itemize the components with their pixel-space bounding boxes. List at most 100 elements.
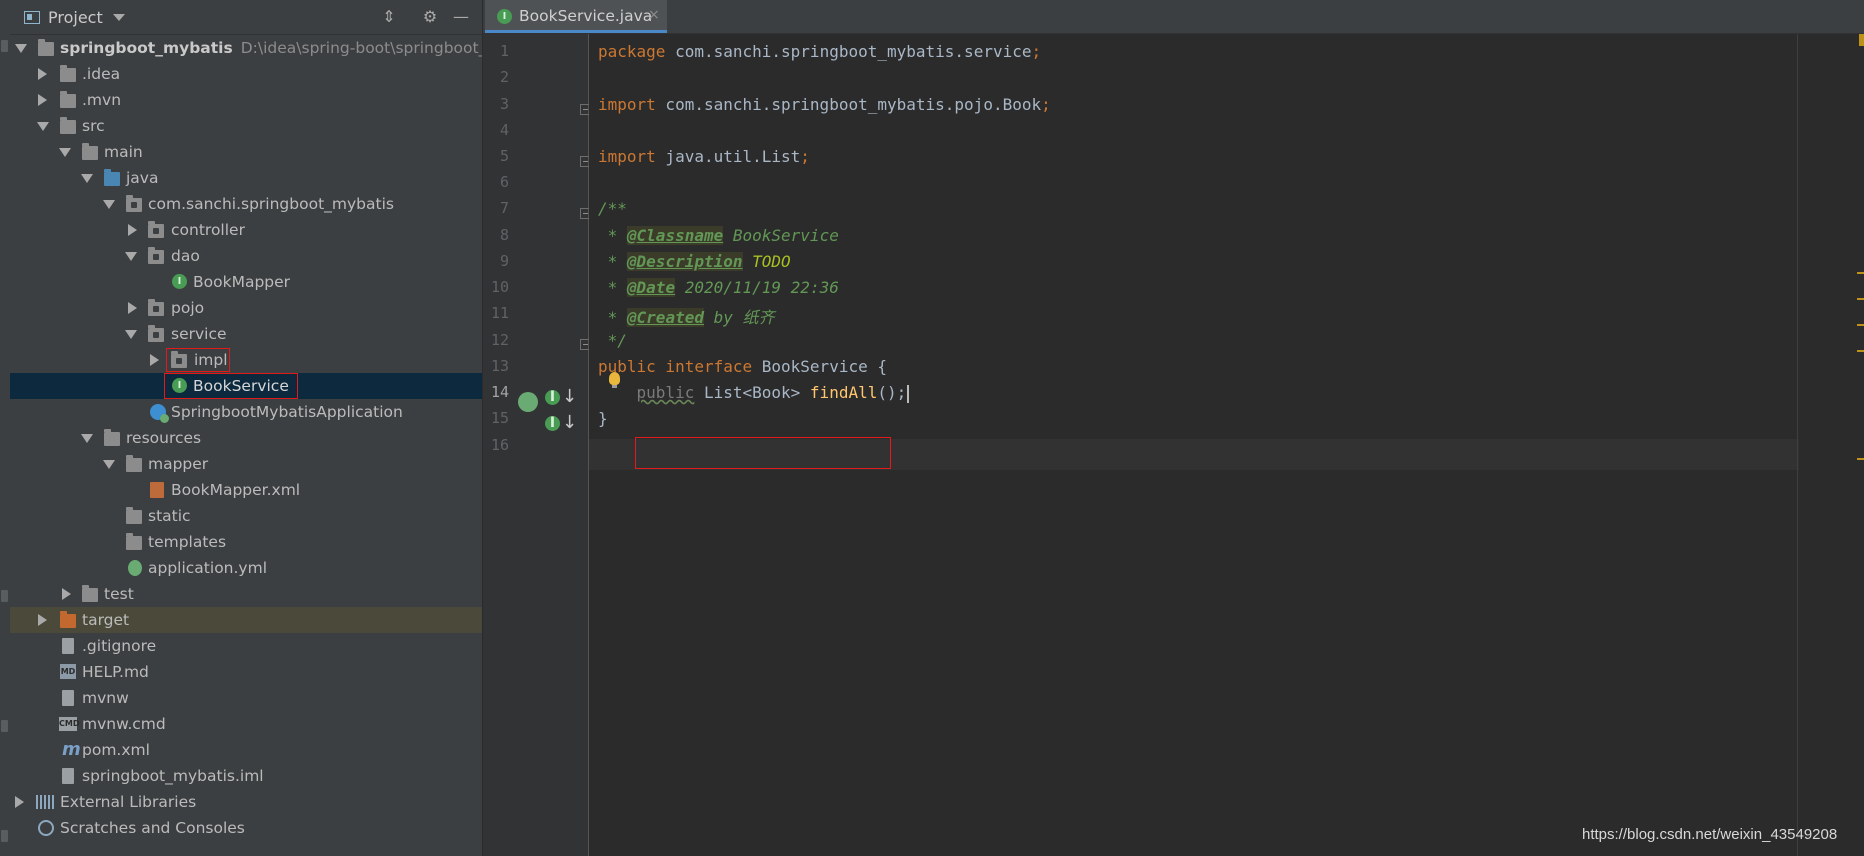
tree-row-mvn[interactable]: .mvn	[10, 87, 482, 113]
markdown-file-icon: MD	[60, 664, 76, 679]
expand-arrow-icon[interactable]	[38, 94, 47, 106]
folder-icon	[126, 507, 142, 524]
tree-row-pom-xml[interactable]: m pom.xml	[10, 737, 482, 763]
inspection-status-icon[interactable]	[1859, 34, 1864, 46]
tree-row-scratches[interactable]: Scratches and Consoles	[10, 815, 482, 841]
tree-row-mvnw[interactable]: mvnw	[10, 685, 482, 711]
tree-row-gitignore[interactable]: .gitignore	[10, 633, 482, 659]
hide-panel-icon[interactable]: —	[452, 8, 470, 26]
file-icon	[62, 690, 74, 706]
expand-arrow-icon[interactable]	[128, 224, 137, 236]
expand-arrow-icon[interactable]	[150, 354, 159, 366]
view-selector-chevron-down-icon[interactable]	[112, 13, 125, 21]
tab-bookservice-java[interactable]: I BookService.java ×	[485, 0, 667, 33]
tree-item-label: mvnw	[82, 689, 129, 707]
tree-row-bookmapper[interactable]: I BookMapper	[10, 269, 482, 295]
web-tool-icon[interactable]	[1, 830, 8, 842]
line-number: 14	[490, 383, 509, 401]
implemented-by-icon[interactable]	[518, 392, 538, 412]
project-panel-title[interactable]: Project	[48, 8, 103, 27]
tree-row-controller[interactable]: controller	[10, 217, 482, 243]
expand-arrow-icon[interactable]	[128, 302, 137, 314]
tree-item-label: pojo	[171, 299, 205, 317]
tree-row-impl[interactable]: impl	[10, 347, 482, 373]
expand-arrow-icon[interactable]	[15, 796, 24, 808]
line-number: 15	[490, 409, 509, 427]
tree-row-main[interactable]: main	[10, 139, 482, 165]
code-editor[interactable]: package com.sanchi.springboot_mybatis.se…	[589, 34, 1864, 856]
expand-arrow-icon[interactable]	[59, 148, 71, 157]
tree-row-iml[interactable]: springboot_mybatis.iml	[10, 763, 482, 789]
tree-row-static[interactable]: static	[10, 503, 482, 529]
gear-icon[interactable]: ⚙	[421, 8, 439, 26]
expand-arrow-icon[interactable]	[103, 460, 115, 469]
tree-row-src[interactable]: src	[10, 113, 482, 139]
error-stripe-marker[interactable]	[1857, 298, 1864, 300]
expand-arrow-icon[interactable]	[103, 200, 115, 209]
interface-method-icon[interactable]: I	[545, 416, 560, 431]
expand-arrow-icon[interactable]	[62, 588, 71, 600]
folder-icon	[126, 455, 142, 472]
tree-row-mvnw-cmd[interactable]: CMD mvnw.cmd	[10, 711, 482, 737]
collapse-all-icon[interactable]: ⇕	[380, 8, 398, 26]
error-stripe-marker[interactable]	[1857, 350, 1864, 352]
tree-item-label: controller	[171, 221, 245, 239]
cmd-file-icon: CMD	[59, 717, 79, 731]
tree-row-dao[interactable]: dao	[10, 243, 482, 269]
tree-row-idea[interactable]: .idea	[10, 61, 482, 87]
error-stripe-marker[interactable]	[1857, 324, 1864, 326]
tree-row-resources[interactable]: resources	[10, 425, 482, 451]
highlight-box-findall	[635, 437, 891, 469]
expand-arrow-icon[interactable]	[125, 252, 137, 261]
expand-arrow-icon[interactable]	[15, 44, 27, 53]
code-line-15: }	[598, 409, 608, 428]
tree-row-package-root[interactable]: com.sanchi.springboot_mybatis	[10, 191, 482, 217]
tree-item-label: springboot_mybatis.iml	[82, 767, 264, 785]
tree-row-application-class[interactable]: SpringbootMybatisApplication	[10, 399, 482, 425]
favorites-tool-icon[interactable]	[1, 720, 8, 732]
expand-arrow-icon[interactable]	[81, 434, 93, 443]
tree-row-mapper[interactable]: mapper	[10, 451, 482, 477]
error-stripe-marker[interactable]	[1857, 272, 1864, 274]
code-token: ;	[800, 147, 810, 166]
interface-gutter-icon[interactable]: I	[545, 390, 560, 405]
tree-row-pojo[interactable]: pojo	[10, 295, 482, 321]
tree-row-project-root[interactable]: springboot_mybatis D:\idea\spring-boot\sp…	[10, 35, 482, 61]
tree-row-bookmapper-xml[interactable]: BookMapper.xml	[10, 477, 482, 503]
line-number: 16	[490, 436, 509, 454]
expand-arrow-icon[interactable]	[38, 614, 47, 626]
project-tool-icon[interactable]	[1, 40, 8, 52]
tree-item-label: dao	[171, 247, 200, 265]
tree-row-java[interactable]: java	[10, 165, 482, 191]
tree-row-help-md[interactable]: MD HELP.md	[10, 659, 482, 685]
close-icon[interactable]: ×	[648, 7, 660, 23]
tree-row-service[interactable]: service	[10, 321, 482, 347]
excluded-folder-icon	[60, 611, 76, 628]
project-panel-header: Project ⇕ ⚙ —	[10, 0, 482, 35]
tree-row-bookservice[interactable]: I BookService	[10, 373, 482, 399]
expand-arrow-icon[interactable]	[38, 68, 47, 80]
line-number: 7	[499, 199, 509, 217]
tree-item-label: Scratches and Consoles	[60, 819, 245, 837]
tree-row-target[interactable]: target	[10, 607, 482, 633]
resources-folder-icon	[104, 429, 120, 446]
code-token: public	[636, 383, 695, 402]
tree-item-label: SpringbootMybatisApplication	[171, 403, 403, 421]
expand-arrow-icon[interactable]	[81, 174, 93, 183]
todo-token: TODO	[742, 252, 791, 271]
expand-arrow-icon[interactable]	[37, 122, 49, 131]
folder-icon	[60, 65, 76, 82]
maven-file-icon: m	[62, 739, 81, 760]
arrow-down-icon[interactable]: ↓	[562, 386, 577, 407]
tree-row-external-libraries[interactable]: External Libraries	[10, 789, 482, 815]
lightbulb-intention-icon[interactable]	[609, 372, 620, 388]
tree-row-test[interactable]: test	[10, 581, 482, 607]
tree-row-templates[interactable]: templates	[10, 529, 482, 555]
arrow-down-icon[interactable]: ↓	[562, 412, 577, 433]
code-token: ;	[1041, 95, 1051, 114]
error-stripe-marker[interactable]	[1857, 458, 1864, 460]
tree-row-application-yml[interactable]: application.yml	[10, 555, 482, 581]
expand-arrow-icon[interactable]	[125, 330, 137, 339]
code-token: findAll	[809, 383, 878, 402]
structure-tool-icon[interactable]	[1, 590, 8, 602]
